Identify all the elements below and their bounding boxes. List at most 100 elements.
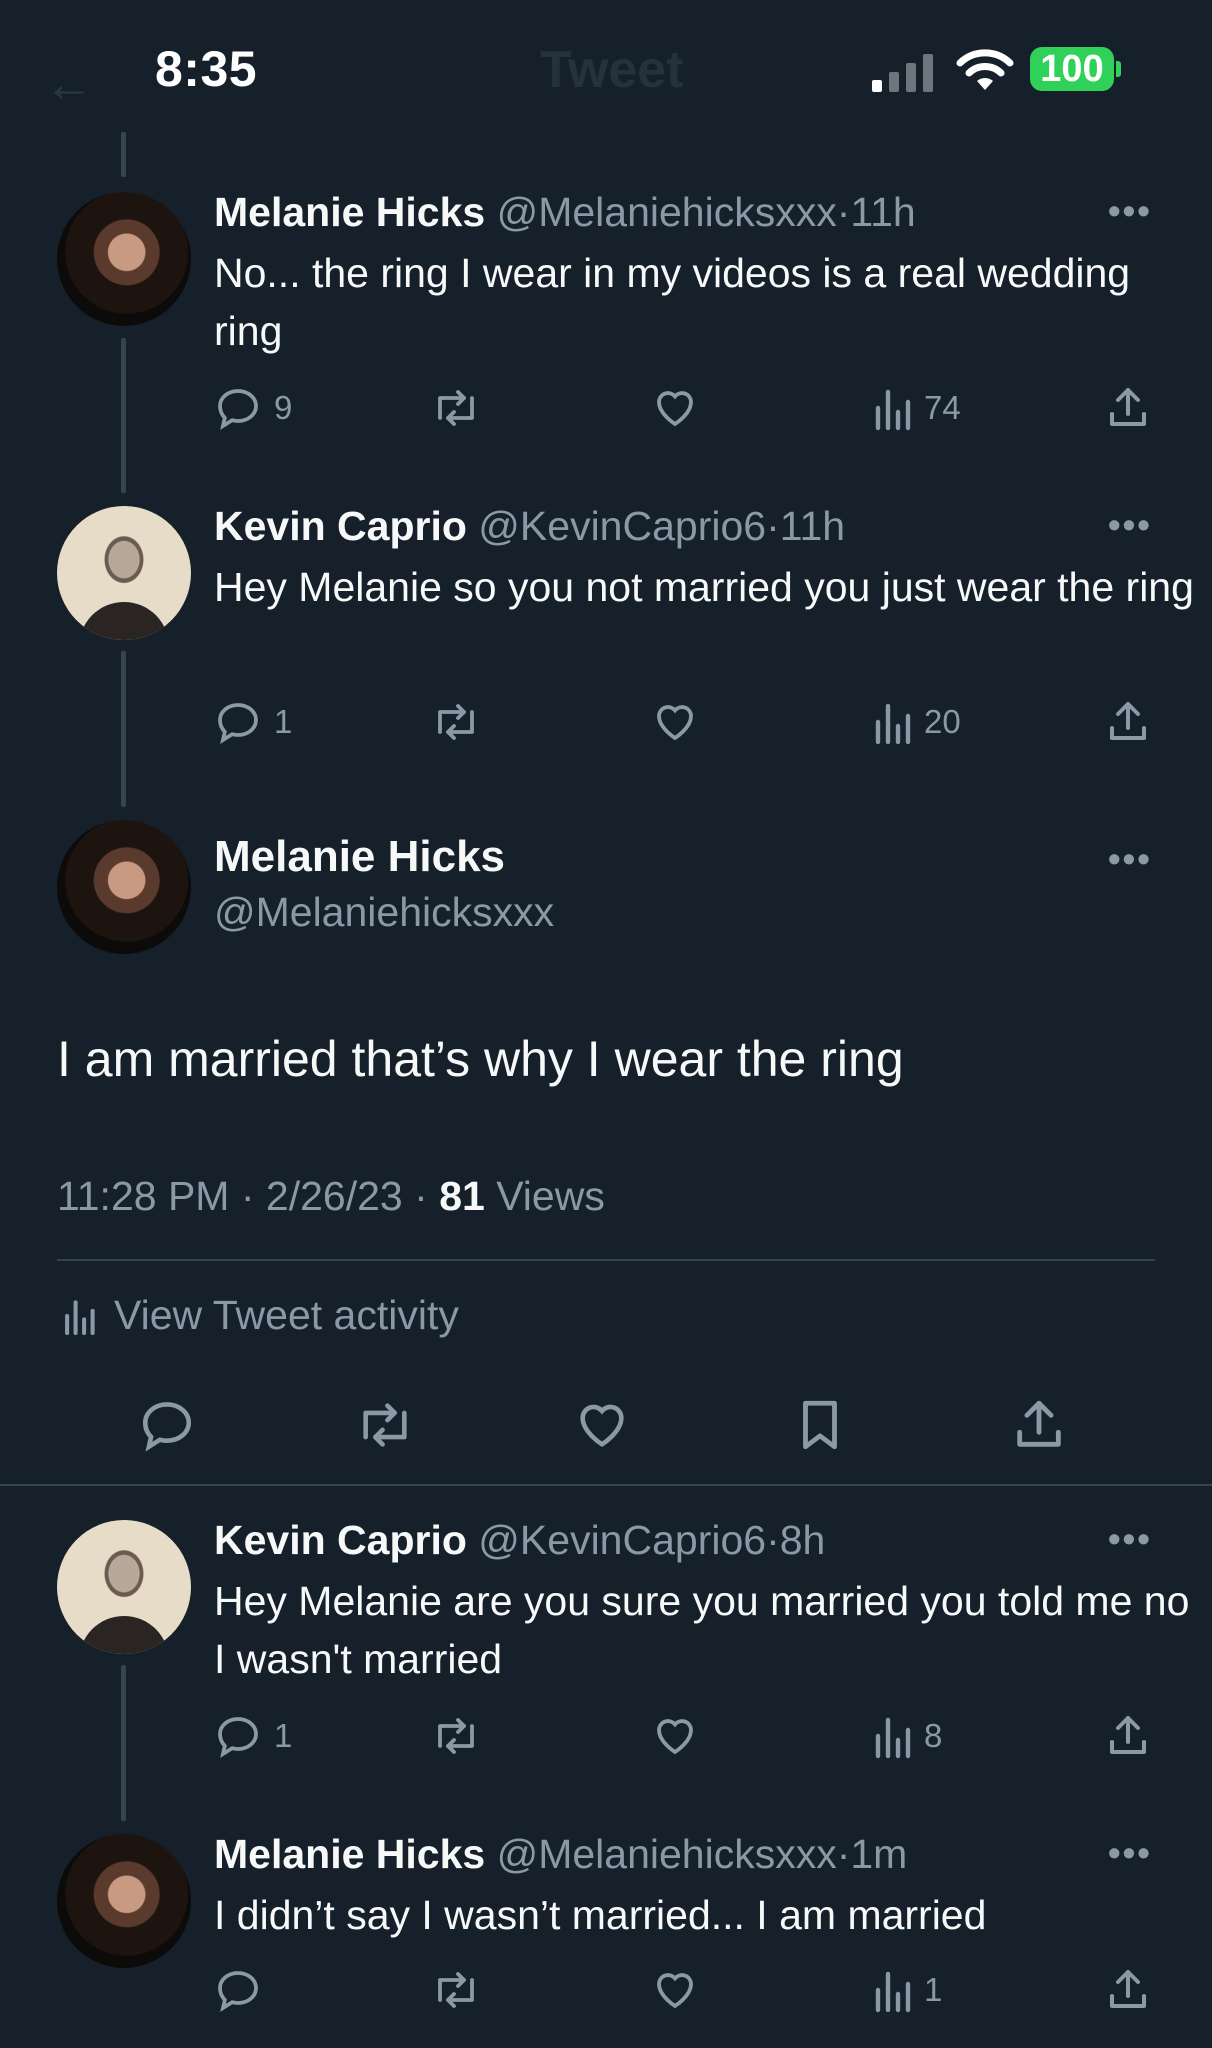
like-button[interactable] xyxy=(651,1712,699,1760)
reply-count: 9 xyxy=(274,389,293,426)
divider xyxy=(57,1259,1155,1261)
author-handle[interactable]: @Melaniehicksxxx xyxy=(497,189,837,235)
more-options-button[interactable]: ••• xyxy=(1108,1832,1152,1874)
reply-button[interactable]: 9 xyxy=(214,384,292,432)
author-name[interactable]: Melanie Hicks xyxy=(214,1831,485,1877)
share-button[interactable] xyxy=(1104,1712,1152,1760)
avatar[interactable] xyxy=(57,1834,191,1968)
retweet-icon xyxy=(438,1972,474,2008)
wifi-icon xyxy=(955,48,1015,92)
reply-icon xyxy=(218,389,258,431)
heart-icon xyxy=(657,705,693,741)
heart-icon xyxy=(657,391,693,427)
views-icon xyxy=(875,703,911,745)
views-button[interactable]: 8 xyxy=(872,1712,942,1760)
reply-count: 1 xyxy=(274,703,293,740)
avatar[interactable] xyxy=(57,1520,191,1654)
views-icon xyxy=(875,1717,911,1759)
author-name[interactable]: Melanie Hicks xyxy=(214,189,485,235)
tweet-time[interactable]: 11h xyxy=(850,189,915,235)
bookmark-button[interactable] xyxy=(791,1396,849,1454)
views-label[interactable]: Views xyxy=(496,1173,605,1219)
reply-button[interactable]: 1 xyxy=(214,698,292,746)
divider xyxy=(0,1484,1212,1486)
share-button[interactable] xyxy=(1104,1966,1152,2014)
reply-icon xyxy=(218,703,258,745)
like-button[interactable] xyxy=(651,698,699,746)
view-tweet-activity-link[interactable]: View Tweet activity xyxy=(62,1292,459,1339)
views-button[interactable]: 74 xyxy=(872,384,961,432)
thread-line xyxy=(121,338,126,493)
retweet-icon xyxy=(438,1718,474,1754)
reply-icon xyxy=(218,1717,258,1759)
author-handle[interactable]: @KevinCaprio6 xyxy=(478,1517,766,1563)
share-button[interactable] xyxy=(1104,384,1152,432)
author-handle[interactable]: @KevinCaprio6 xyxy=(478,503,766,549)
ghost-back-arrow: ← xyxy=(44,56,94,112)
separator: · xyxy=(414,1173,428,1219)
views-count: 8 xyxy=(924,1717,943,1754)
share-icon xyxy=(1110,702,1146,740)
author-name[interactable]: Kevin Caprio xyxy=(214,503,467,549)
heart-icon xyxy=(657,1973,693,2009)
tweet-header: Melanie Hicks @Melaniehicksxxx·11h xyxy=(214,187,916,237)
share-button[interactable] xyxy=(1104,698,1152,746)
separator: · xyxy=(836,189,851,235)
views-count: 74 xyxy=(924,389,961,426)
share-icon xyxy=(1017,1400,1061,1447)
tweet-time: 11:28 PM xyxy=(57,1173,230,1219)
tweet-time[interactable]: 8h xyxy=(780,1517,826,1563)
focus-author-handle[interactable]: @Melaniehicksxxx xyxy=(214,889,554,936)
like-button[interactable] xyxy=(651,1966,699,2014)
views-icon xyxy=(875,389,911,431)
views-button[interactable]: 20 xyxy=(872,698,961,746)
tweet-text: Hey Melanie are you sure you married you… xyxy=(214,1578,1190,1682)
like-button[interactable] xyxy=(651,384,699,432)
reply-button[interactable]: 1 xyxy=(214,1712,292,1760)
retweet-button[interactable] xyxy=(430,1966,482,2014)
heart-icon xyxy=(657,1719,693,1755)
retweet-button[interactable] xyxy=(430,1712,482,1760)
share-icon xyxy=(1110,1970,1146,2008)
avatar[interactable] xyxy=(57,506,191,640)
like-button[interactable] xyxy=(573,1396,631,1454)
tweet-date: 2/26/23 xyxy=(265,1173,403,1219)
author-handle[interactable]: @Melaniehicksxxx xyxy=(497,1831,837,1877)
retweet-button[interactable] xyxy=(353,1396,417,1454)
retweet-button[interactable] xyxy=(430,384,482,432)
avatar[interactable] xyxy=(57,192,191,326)
author-name[interactable]: Kevin Caprio xyxy=(214,1517,467,1563)
analytics-icon xyxy=(65,1299,95,1335)
views-icon xyxy=(875,1971,911,2013)
retweet-icon xyxy=(438,704,474,740)
tweet-time[interactable]: 1m xyxy=(850,1831,907,1877)
more-options-button[interactable]: ••• xyxy=(1108,190,1152,232)
tweet-text: I didn’t say I wasn’t married... I am ma… xyxy=(214,1892,987,1938)
share-icon xyxy=(1110,388,1146,426)
more-options-button[interactable]: ••• xyxy=(1108,838,1152,880)
tweet-header: Kevin Caprio @KevinCaprio6·11h xyxy=(214,501,845,551)
battery-nub xyxy=(1116,61,1121,77)
retweet-button[interactable] xyxy=(430,698,482,746)
more-options-button[interactable]: ••• xyxy=(1108,1518,1152,1560)
tweet-text: Hey Melanie so you not married you just … xyxy=(214,564,1194,610)
more-options-button[interactable]: ••• xyxy=(1108,504,1152,546)
reply-icon xyxy=(142,1402,192,1452)
tweet-header: Kevin Caprio @KevinCaprio6·8h xyxy=(214,1515,825,1565)
views-button[interactable]: 1 xyxy=(872,1966,942,2014)
thread-line xyxy=(121,651,126,807)
ghost-header-title: Tweet xyxy=(540,41,684,99)
reply-button[interactable] xyxy=(138,1396,196,1454)
focus-author-name[interactable]: Melanie Hicks xyxy=(214,832,505,882)
tweet-time[interactable]: 11h xyxy=(780,503,845,549)
share-button[interactable] xyxy=(1010,1396,1068,1454)
reply-button[interactable] xyxy=(214,1966,274,2014)
battery-indicator: 100 xyxy=(1030,47,1114,91)
tweet-text: No... the ring I wear in my videos is a … xyxy=(214,250,1131,354)
tweet-header: Melanie Hicks @Melaniehicksxxx·1m xyxy=(214,1829,907,1879)
status-time: 8:35 xyxy=(155,41,258,97)
retweet-icon xyxy=(438,390,474,426)
avatar[interactable] xyxy=(57,820,191,954)
view-tweet-activity-label[interactable]: View Tweet activity xyxy=(114,1292,459,1339)
thread-line xyxy=(121,132,126,177)
